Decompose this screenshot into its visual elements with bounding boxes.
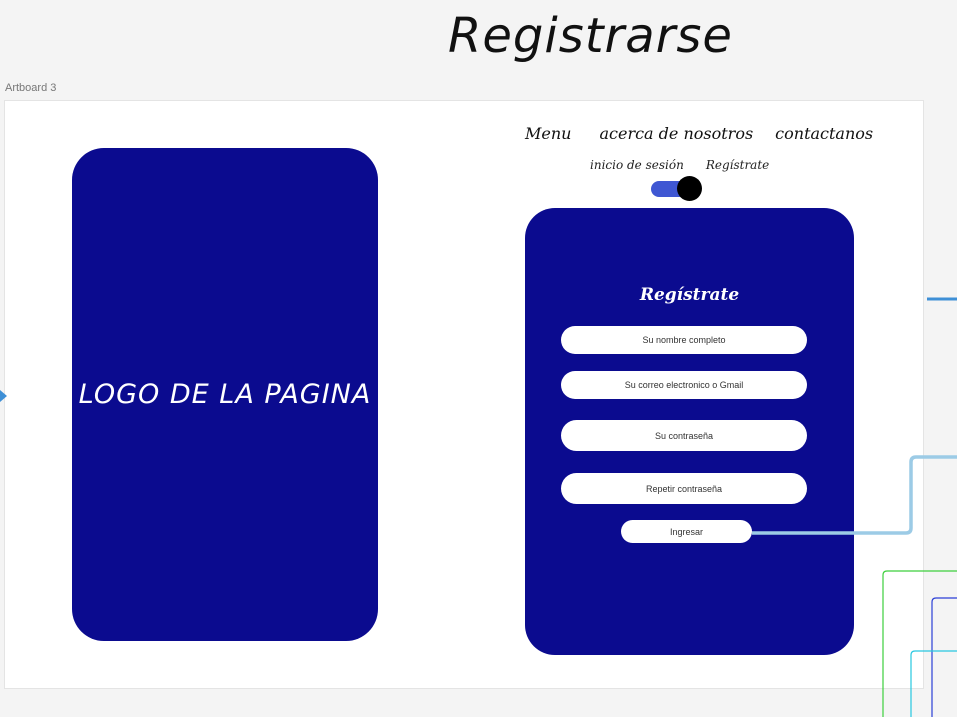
full-name-input[interactable] [561, 326, 807, 354]
switch-labels: inicio de sesión Regístrate [590, 158, 769, 172]
nav-contact[interactable]: contactanos [775, 124, 873, 143]
switch-label-login[interactable]: inicio de sesión [590, 158, 684, 172]
repeat-password-input[interactable] [561, 473, 807, 504]
login-register-toggle[interactable] [651, 176, 702, 201]
artboard-label[interactable]: Artboard 3 [5, 82, 56, 94]
nav-menu[interactable]: Menu [525, 124, 571, 143]
logo-panel: LOGO DE LA PAGINA [72, 148, 378, 641]
logo-text: LOGO DE LA PAGINA [78, 379, 372, 410]
frame-outline-blue [931, 597, 957, 717]
artboard: LOGO DE LA PAGINA Menu acerca de nosotro… [5, 101, 923, 688]
toggle-knob[interactable] [677, 176, 702, 201]
top-nav: Menu acerca de nosotros contactanos [525, 124, 873, 143]
submit-button[interactable]: Ingresar [621, 520, 752, 543]
register-form-panel: Regístrate Ingresar [525, 208, 854, 655]
nav-about[interactable]: acerca de nosotros [599, 124, 753, 143]
password-input[interactable] [561, 420, 807, 451]
email-input[interactable] [561, 371, 807, 399]
page-heading: Registrarse [448, 8, 733, 64]
switch-label-register[interactable]: Regístrate [706, 158, 769, 172]
form-title: Regístrate [639, 285, 740, 305]
